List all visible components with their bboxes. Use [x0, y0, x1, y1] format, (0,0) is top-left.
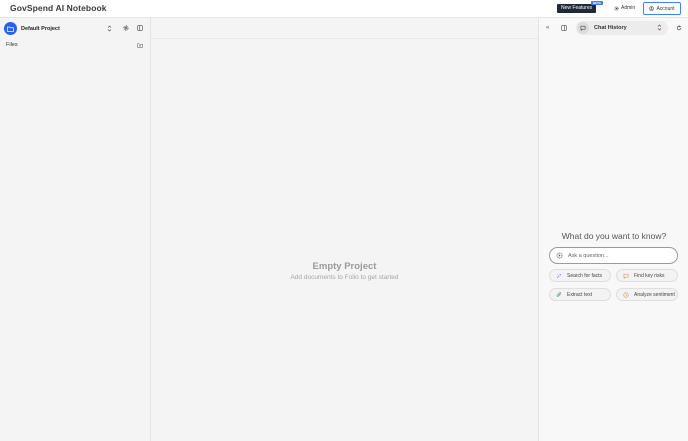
- admin-button[interactable]: Admin: [614, 5, 635, 11]
- chat-history-selector[interactable]: Chat History: [576, 21, 668, 35]
- refresh-icon[interactable]: [676, 25, 682, 31]
- empty-state-subtitle: Add documents to Folio to get started: [290, 274, 399, 281]
- main-area: Empty Project Add documents to Folio to …: [151, 18, 538, 441]
- ask-question-field[interactable]: [549, 247, 678, 264]
- chat-history-label: Chat History: [594, 25, 627, 31]
- folder-icon: [4, 22, 17, 35]
- empty-state-title: Empty Project: [312, 261, 377, 272]
- suggestion-extract-text[interactable]: Extract text: [549, 288, 611, 301]
- collapse-panel-button[interactable]: «: [546, 25, 549, 31]
- suggestion-find-risks[interactable]: Find key risks: [616, 269, 678, 282]
- top-bar: GovSpend AI Notebook New Features BETA A…: [0, 0, 688, 18]
- user-circle-icon: [649, 6, 655, 11]
- chat-panel: « Chat History What do you want to know?: [538, 18, 688, 441]
- account-label: Account: [656, 5, 675, 12]
- project-selector[interactable]: Default Project: [4, 21, 115, 36]
- suggestion-label: Extract text: [567, 291, 593, 298]
- account-button[interactable]: Account: [643, 2, 681, 15]
- admin-label: Admin: [621, 5, 636, 11]
- paperclip-icon: [556, 291, 561, 297]
- sidebar-toggle-icon[interactable]: [137, 25, 143, 31]
- ask-prompt-title: What do you want to know?: [561, 231, 667, 241]
- speech-bubble-icon: [623, 273, 629, 279]
- chevron-updown-icon: [107, 25, 112, 32]
- gear-icon: [614, 5, 619, 11]
- chat-bubble-icon: [577, 22, 589, 34]
- sidebar: Default Project Files: [0, 18, 151, 441]
- sparkle-search-icon: [556, 273, 562, 278]
- new-features-button[interactable]: New Features: [557, 4, 597, 13]
- ask-question-input[interactable]: [568, 252, 668, 259]
- beta-badge: BETA: [591, 1, 603, 5]
- suggestion-label: Analyze sentiment: [634, 291, 675, 298]
- add-folder-icon[interactable]: [137, 43, 143, 48]
- project-settings-gear-icon[interactable]: [123, 25, 129, 31]
- suggestion-label: Find key risks: [634, 272, 665, 279]
- suggestion-label: Search for facts: [567, 272, 603, 279]
- ai-brain-icon: [556, 252, 563, 259]
- app-title: GovSpend AI Notebook: [10, 3, 107, 13]
- suggestion-analyze-sentiment[interactable]: Analyze sentiment: [616, 288, 678, 301]
- panel-toggle-icon[interactable]: [561, 25, 567, 31]
- suggestion-search-facts[interactable]: Search for facts: [549, 269, 611, 282]
- main-divider: [151, 38, 538, 39]
- files-label: Files: [6, 42, 18, 48]
- project-name: Default Project: [21, 25, 60, 32]
- smile-icon: [623, 291, 629, 298]
- chevron-updown-icon: [657, 24, 662, 31]
